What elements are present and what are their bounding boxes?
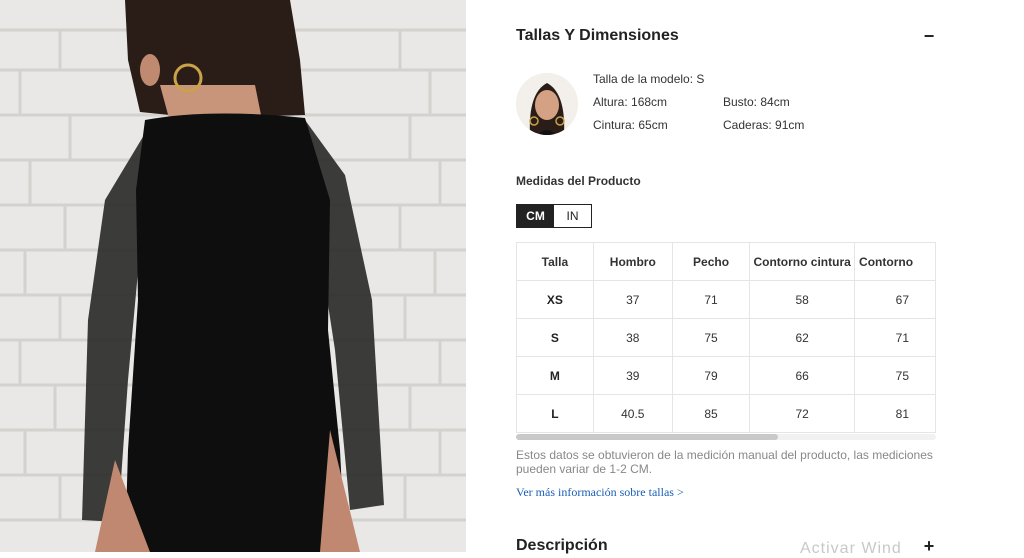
table-cell: 58 xyxy=(749,280,856,319)
column-header: Talla xyxy=(516,242,594,281)
column-header: Pecho xyxy=(671,242,751,281)
table-cell: 85 xyxy=(671,394,751,433)
model-bust: Busto: 84cm xyxy=(723,95,790,109)
size-cell: S xyxy=(516,318,594,357)
table-row: L 40.5 85 72 81 xyxy=(516,394,936,433)
image-gutter xyxy=(466,0,496,552)
table-cell: 72 xyxy=(749,394,856,433)
table-horizontal-scrollbar[interactable] xyxy=(516,434,936,440)
size-table-container[interactable]: Talla Hombro Pecho Contorno cintura Cont… xyxy=(516,242,936,434)
measurement-note: Estos datos se obtuvieron de la medición… xyxy=(516,448,933,476)
size-table: Talla Hombro Pecho Contorno cintura Cont… xyxy=(516,242,936,433)
scrollbar-thumb[interactable] xyxy=(516,434,778,440)
product-image[interactable] xyxy=(0,0,466,552)
size-cell: XS xyxy=(516,280,594,319)
table-cell: 38 xyxy=(592,318,673,357)
product-measures-title: Medidas del Producto xyxy=(516,174,641,188)
description-title: Descripción xyxy=(516,537,608,554)
table-cell: 66 xyxy=(749,356,856,395)
column-header: Hombro xyxy=(592,242,673,281)
size-cell: M xyxy=(516,356,594,395)
table-row: M 39 79 66 75 xyxy=(516,356,936,395)
table-cell: 79 xyxy=(671,356,751,395)
table-cell: 67 xyxy=(854,280,936,319)
size-cell: L xyxy=(516,394,594,433)
column-header: Contorno cintura xyxy=(749,242,856,281)
model-portrait-icon xyxy=(516,73,578,135)
expand-plus-icon[interactable]: + xyxy=(922,537,936,555)
unit-in-button[interactable]: IN xyxy=(554,205,591,227)
model-back-figure xyxy=(82,0,384,552)
table-header-row: Talla Hombro Pecho Contorno cintura Cont… xyxy=(516,242,936,281)
unit-toggle: CM IN xyxy=(516,204,592,228)
model-avatar xyxy=(516,73,578,135)
size-section-header[interactable]: Tallas Y Dimensiones − xyxy=(516,26,936,46)
table-cell: 37 xyxy=(592,280,673,319)
table-row: S 38 75 62 71 xyxy=(516,318,936,357)
size-section-title: Tallas Y Dimensiones xyxy=(516,27,679,44)
size-info-link[interactable]: Ver más información sobre tallas > xyxy=(516,485,684,500)
table-cell: 75 xyxy=(671,318,751,357)
activation-watermark: Activar Wind xyxy=(800,540,902,557)
table-cell: 75 xyxy=(854,356,936,395)
collapse-minus-icon[interactable]: − xyxy=(922,27,936,45)
model-hips: Caderas: 91cm xyxy=(723,118,805,132)
table-row: XS 37 71 58 67 xyxy=(516,280,936,319)
model-waist: Cintura: 65cm xyxy=(593,118,668,132)
unit-cm-button[interactable]: CM xyxy=(517,205,554,227)
model-size: Talla de la modelo: S xyxy=(593,72,705,86)
table-cell: 39 xyxy=(592,356,673,395)
model-height: Altura: 168cm xyxy=(593,95,668,109)
table-cell: 71 xyxy=(671,280,751,319)
table-cell: 71 xyxy=(854,318,936,357)
table-cell: 40.5 xyxy=(592,394,673,433)
table-cell: 81 xyxy=(854,394,936,433)
column-header: Contorno xyxy=(854,242,936,281)
table-cell: 62 xyxy=(749,318,856,357)
